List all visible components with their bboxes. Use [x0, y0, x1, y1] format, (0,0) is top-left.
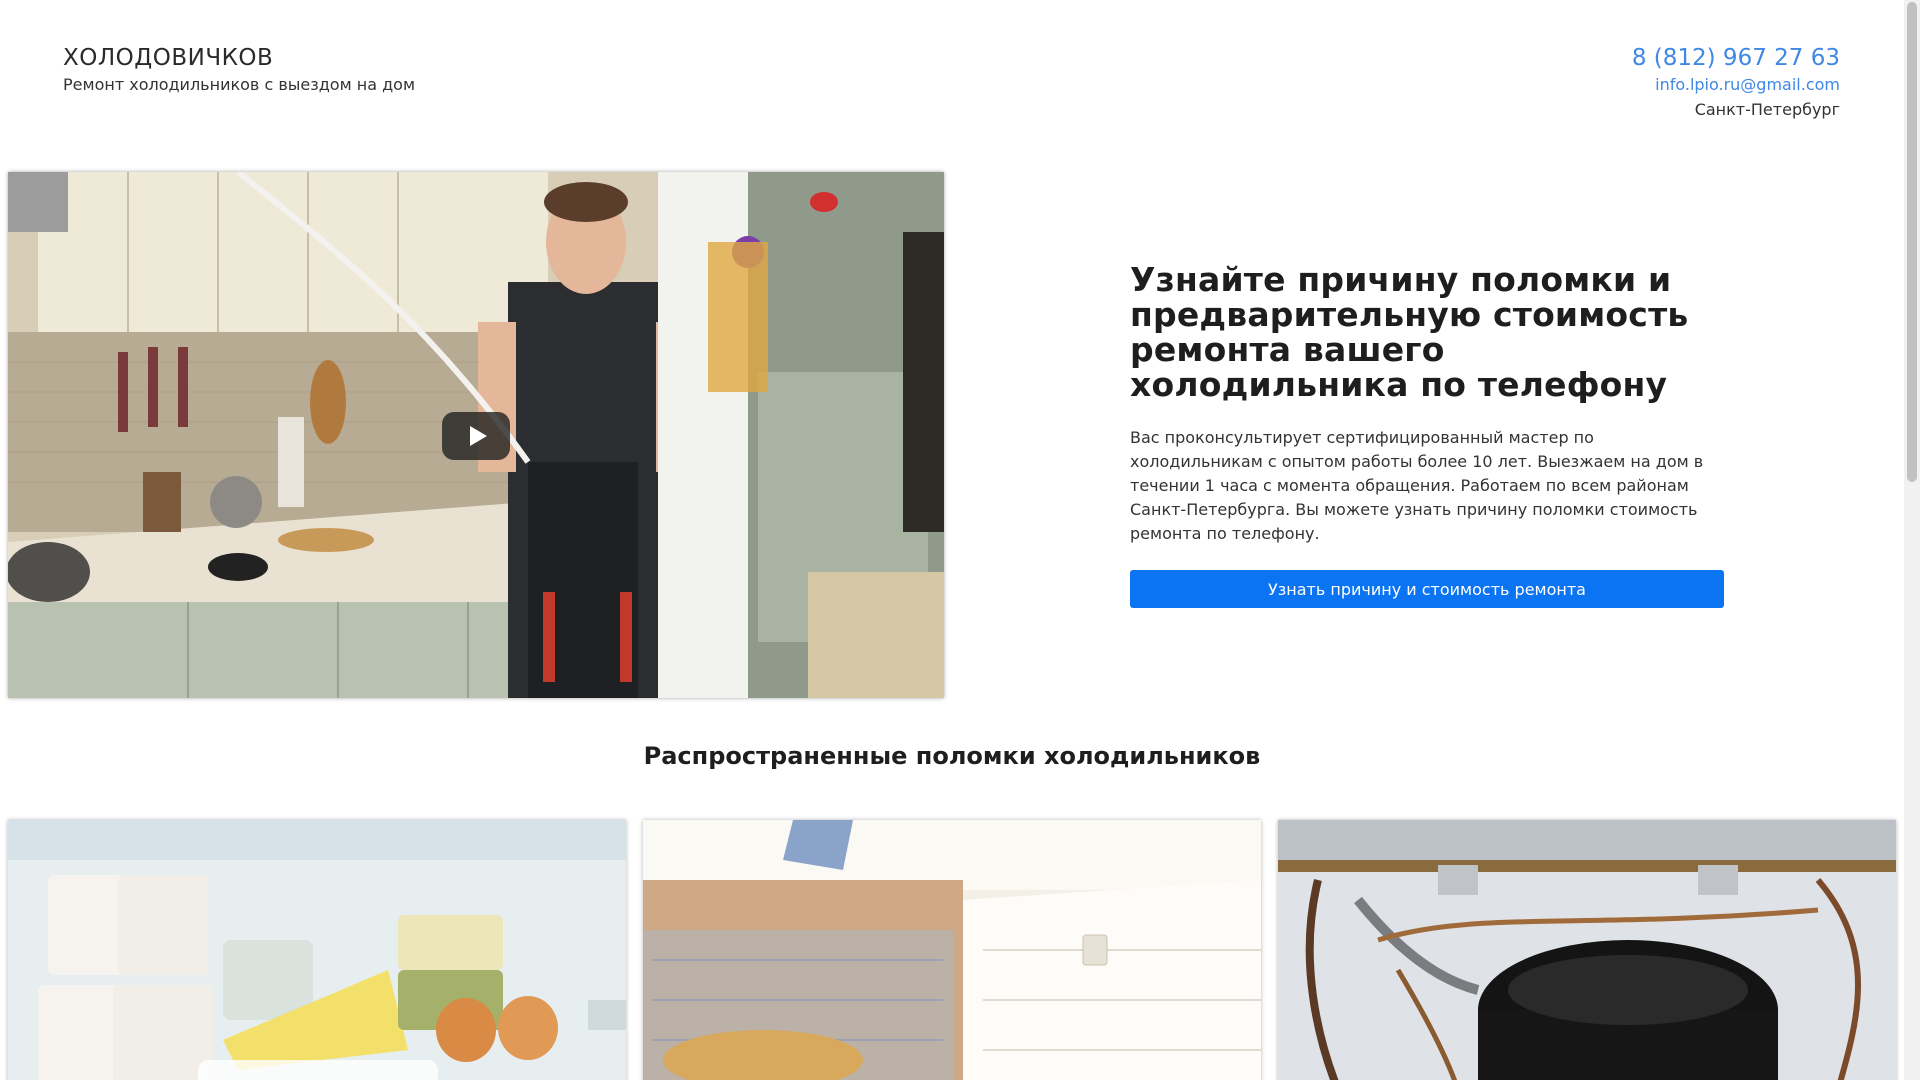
hero-title: Узнайте причину поломки и предварительну… — [1130, 260, 1689, 404]
video-player[interactable] — [8, 172, 944, 698]
compressor-image — [1278, 820, 1896, 1080]
city-label: Санкт-Петербург — [1694, 100, 1840, 119]
hero: Узнайте причину поломки и предварительну… — [1130, 262, 1730, 608]
breakdown-card-freezer[interactable] — [643, 820, 1261, 1080]
play-icon — [469, 426, 487, 446]
email-link[interactable]: info.lpio.ru@gmail.com — [1632, 75, 1840, 94]
brand-tagline: Ремонт холодильников с выездом на дом — [63, 75, 416, 94]
fridge-shelves-image — [8, 820, 626, 1080]
brand: ХОЛОДОВИЧКОВ Ремонт холодильников с выез… — [63, 45, 415, 94]
section-title: Распространенные поломки холодильников — [643, 742, 1261, 770]
hero-description: Вас проконсультирует сертифицированный м… — [1130, 428, 1704, 543]
breakdown-card-fridge-shelves[interactable] — [8, 820, 626, 1080]
brand-name[interactable]: ХОЛОДОВИЧКОВ — [63, 45, 415, 71]
breakdown-cards — [8, 820, 1896, 1080]
scrollbar-thumb[interactable] — [1907, 2, 1917, 482]
play-button[interactable] — [442, 412, 510, 460]
contacts: 8 (812) 967 27 63 info.lpio.ru@gmail.com… — [1632, 45, 1840, 119]
page-scrollbar[interactable] — [1904, 0, 1920, 1080]
phone-link[interactable]: 8 (812) 967 27 63 — [1632, 45, 1840, 71]
get-cost-button[interactable]: Узнать причину и стоимость ремонта — [1130, 570, 1724, 608]
breakdown-card-compressor[interactable] — [1278, 820, 1896, 1080]
freezer-image — [643, 820, 1261, 1080]
page: ХОЛОДОВИЧКОВ Ремонт холодильников с выез… — [0, 0, 1920, 1080]
